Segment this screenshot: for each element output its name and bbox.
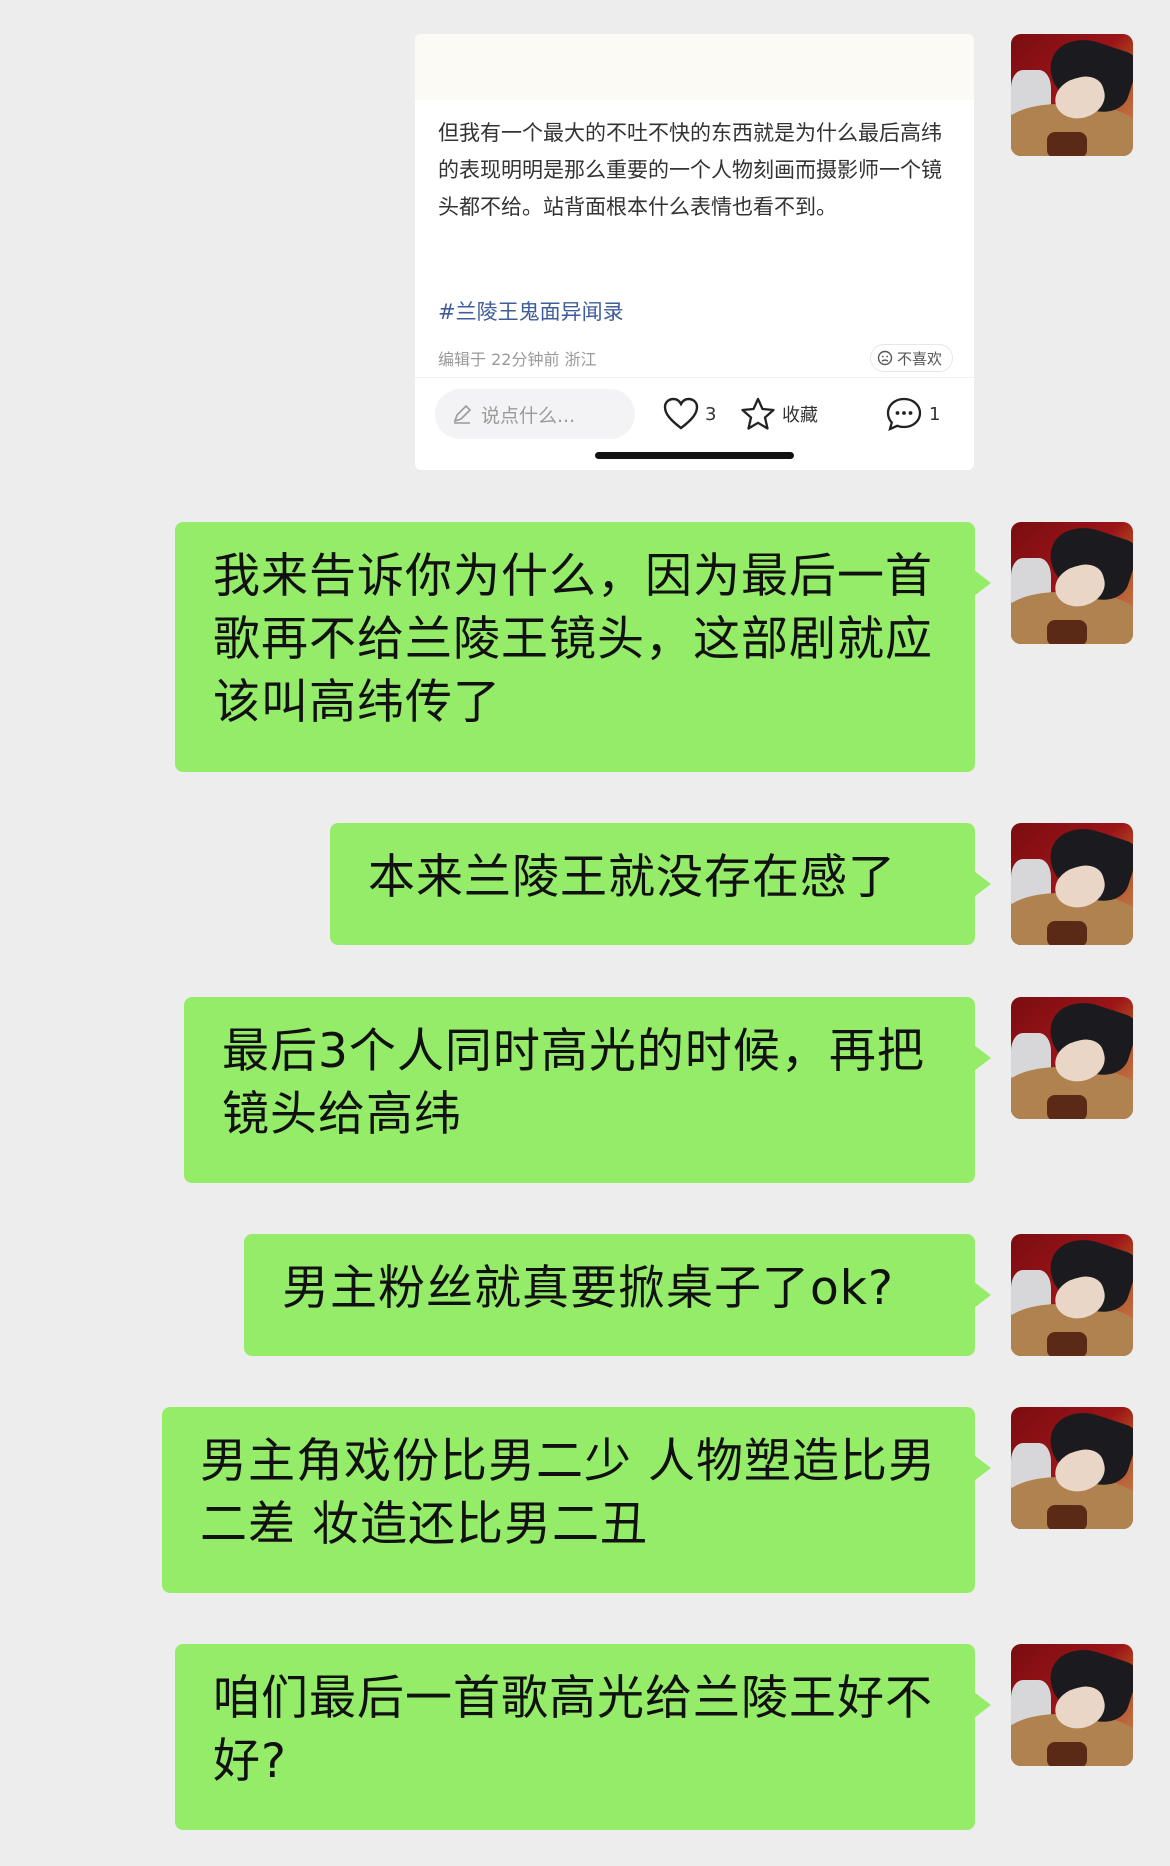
heart-icon: [663, 397, 699, 430]
message-bubble[interactable]: 咱们最后一首歌高光给兰陵王好不好?: [175, 1644, 991, 1830]
collect-button[interactable]: 收藏: [740, 396, 818, 432]
post-hashtag[interactable]: #兰陵王鬼面异闻录: [438, 296, 624, 326]
comment-button[interactable]: 1: [885, 396, 940, 432]
avatar[interactable]: [1011, 823, 1133, 945]
avatar[interactable]: [1011, 1234, 1133, 1356]
avatar[interactable]: [1011, 997, 1133, 1119]
avatar[interactable]: [1011, 522, 1133, 644]
post-meta: 编辑于 22分钟前 浙江: [438, 350, 597, 369]
chat-window: 但我有一个最大的不吐不快的东西就是为什么最后高纬的表现明明是那么重要的一个人物刻…: [0, 0, 1170, 1866]
shared-screenshot-card[interactable]: 但我有一个最大的不吐不快的东西就是为什么最后高纬的表现明明是那么重要的一个人物刻…: [415, 34, 974, 470]
chat-bubble-icon: [886, 397, 922, 432]
pen-icon: [451, 403, 473, 425]
home-indicator: [595, 452, 794, 459]
message-bubble[interactable]: 男主粉丝就真要掀桌子了ok?: [244, 1234, 991, 1356]
avatar[interactable]: [1011, 1644, 1133, 1766]
like-button[interactable]: 3: [663, 396, 716, 432]
comment-input[interactable]: 说点什么...: [435, 389, 635, 439]
avatar[interactable]: [1011, 34, 1133, 156]
dislike-face-icon: [877, 350, 893, 366]
message-bubble[interactable]: 最后3个人同时高光的时候，再把镜头给高纬: [184, 997, 991, 1183]
message-bubble[interactable]: 本来兰陵王就没存在感了: [330, 823, 991, 945]
dislike-button[interactable]: 不喜欢: [870, 344, 954, 372]
collect-label: 收藏: [782, 405, 818, 426]
post-body-text: 但我有一个最大的不吐不快的东西就是为什么最后高纬的表现明明是那么重要的一个人物刻…: [438, 121, 942, 219]
star-icon: [741, 397, 775, 430]
message-bubble[interactable]: 我来告诉你为什么，因为最后一首歌再不给兰陵王镜头，这部剧就应该叫高纬传了: [175, 522, 991, 772]
comment-count: 1: [929, 403, 941, 425]
comment-placeholder: 说点什么...: [481, 404, 576, 427]
message-bubble[interactable]: 男主角戏份比男二少 人物塑造比男二差 妆造还比男二丑: [162, 1407, 991, 1593]
card-image-strip: [415, 34, 974, 100]
divider: [415, 377, 974, 378]
like-count: 3: [705, 403, 717, 425]
dislike-label: 不喜欢: [897, 349, 943, 368]
avatar[interactable]: [1011, 1407, 1133, 1529]
